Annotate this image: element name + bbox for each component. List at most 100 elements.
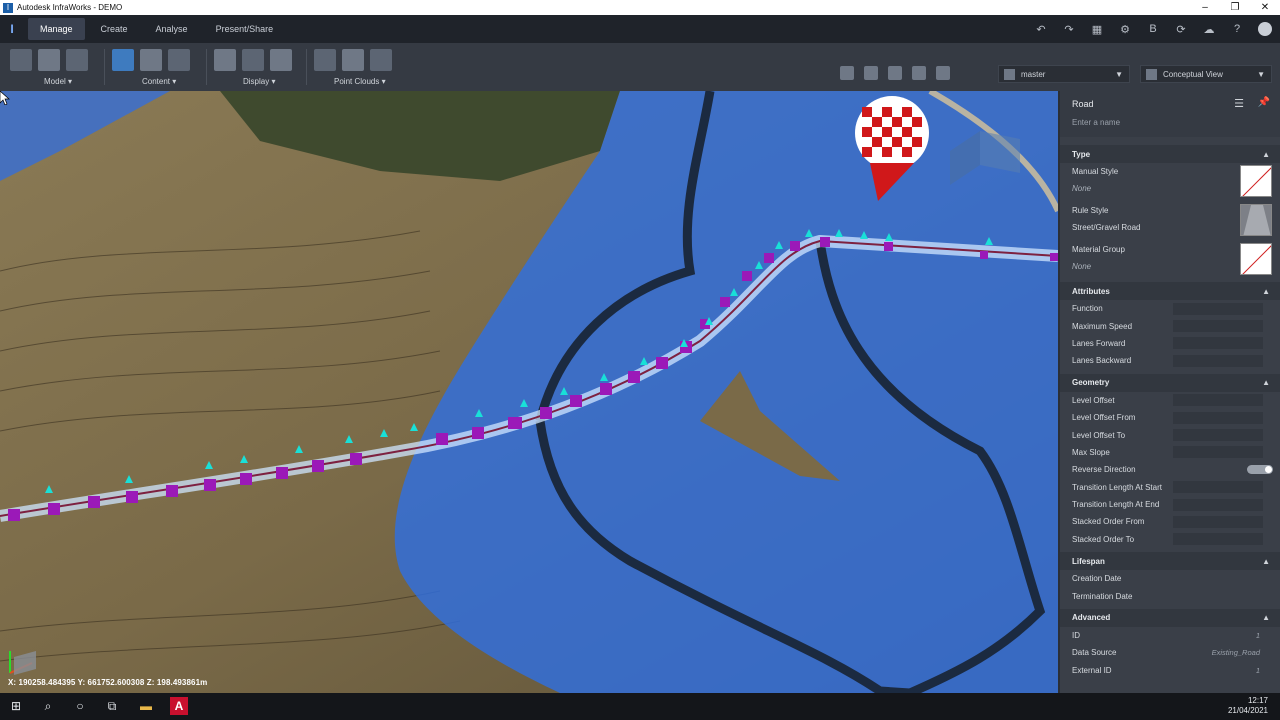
attr-row[interactable]: Lanes Forward xyxy=(1060,335,1280,352)
lifespan-row[interactable]: Termination Date xyxy=(1060,587,1280,604)
geometry-value-field[interactable] xyxy=(1173,411,1263,424)
material-group-item[interactable]: Material Group None xyxy=(1060,241,1280,280)
view-tools xyxy=(840,66,950,80)
point-cloud-terrain-icon[interactable] xyxy=(342,49,364,71)
geometry-value-field[interactable] xyxy=(1173,498,1263,511)
model-explorer-icon[interactable] xyxy=(38,49,60,71)
theme-list-icon[interactable] xyxy=(270,49,292,71)
layers-icon[interactable] xyxy=(214,49,236,71)
section-attributes[interactable]: Attributes ▲ xyxy=(1060,282,1280,300)
geometry-row[interactable]: Stacked Order From xyxy=(1060,513,1280,530)
geometry-value-field[interactable] xyxy=(1173,533,1263,546)
undo-icon[interactable]: ↶ xyxy=(1034,22,1048,36)
settings-gear-icon[interactable]: ⚙ xyxy=(1118,22,1132,36)
geometry-row[interactable]: Level Offset From xyxy=(1060,409,1280,426)
proposal-dropdown[interactable]: master ▼ xyxy=(998,65,1130,83)
minimize-button[interactable]: – xyxy=(1190,2,1220,13)
model-properties-icon[interactable] xyxy=(10,49,32,71)
sync-icon[interactable]: ⟳ xyxy=(1174,22,1188,36)
redo-icon[interactable]: ↷ xyxy=(1062,22,1076,36)
geometry-row[interactable]: Transition Length At Start xyxy=(1060,479,1280,496)
windows-start-icon[interactable]: ⊞ xyxy=(7,697,25,715)
advanced-row: External ID 1 xyxy=(1060,662,1280,679)
advanced-row: Data Source Existing_Road xyxy=(1060,644,1280,661)
3d-viewport[interactable]: X: 190258.484395 Y: 661752.600308 Z: 198… xyxy=(0,91,1058,693)
material-group-swatch[interactable] xyxy=(1240,243,1272,275)
rule-style-item[interactable]: Rule Style Street/Gravel Road xyxy=(1060,202,1280,241)
autodesk-app-icon[interactable]: A xyxy=(170,697,188,715)
attr-value-field[interactable] xyxy=(1173,320,1263,333)
point-cloud-icon[interactable] xyxy=(314,49,336,71)
geometry-value-field[interactable] xyxy=(1173,446,1263,459)
help-icon[interactable]: ? xyxy=(1230,22,1244,36)
lifespan-label: Termination Date xyxy=(1072,591,1133,601)
geometry-row[interactable]: Reverse Direction xyxy=(1060,461,1280,478)
point-cloud-edit-icon[interactable] xyxy=(370,49,392,71)
presentation-icon[interactable] xyxy=(840,66,854,80)
view-mode-dropdown[interactable]: Conceptual View ▼ xyxy=(1140,65,1272,83)
terrain-icon[interactable] xyxy=(242,49,264,71)
attr-row[interactable]: Function xyxy=(1060,300,1280,317)
user-avatar[interactable] xyxy=(1258,22,1272,36)
model-editor-icon[interactable] xyxy=(66,49,88,71)
geometry-row[interactable]: Level Offset To xyxy=(1060,426,1280,443)
point-clouds-group-label[interactable]: Point Clouds ▾ xyxy=(334,77,386,86)
advanced-value: 1 xyxy=(1255,631,1260,641)
reverse-direction-toggle[interactable] xyxy=(1247,465,1273,475)
select-cursor-icon[interactable] xyxy=(864,66,878,80)
attr-value-field[interactable] xyxy=(1173,354,1263,367)
bim360-icon[interactable]: B xyxy=(1146,22,1160,36)
chevron-down-icon: ▼ xyxy=(1115,69,1123,79)
section-label: Attributes xyxy=(1072,286,1110,296)
geometry-value-field[interactable] xyxy=(1173,515,1263,528)
geometry-row[interactable]: Transition Length At End xyxy=(1060,496,1280,513)
attr-row[interactable]: Maximum Speed xyxy=(1060,317,1280,334)
geometry-row[interactable]: Level Offset xyxy=(1060,392,1280,409)
tab-analyse[interactable]: Analyse xyxy=(144,18,200,40)
ribbon-tab-bar: I Manage Create Analyse Present/Share ↶ … xyxy=(0,15,1280,43)
display-group-label[interactable]: Display ▾ xyxy=(243,77,275,86)
clock-time: 12:17 xyxy=(1247,696,1268,705)
geometry-value-field[interactable] xyxy=(1173,429,1263,442)
tab-present-share[interactable]: Present/Share xyxy=(204,18,286,40)
menu-icon[interactable]: ☰ xyxy=(1234,97,1244,110)
manual-style-item[interactable]: Manual Style None xyxy=(1060,163,1280,202)
file-explorer-icon[interactable]: ▬ xyxy=(137,697,155,715)
style-palette-icon[interactable] xyxy=(140,49,162,71)
geometry-value-field[interactable] xyxy=(1173,481,1263,494)
model-group-label[interactable]: Model ▾ xyxy=(44,77,72,86)
attr-value-field[interactable] xyxy=(1173,302,1263,315)
profile-icon[interactable] xyxy=(936,66,950,80)
section-advanced[interactable]: Advanced ▲ xyxy=(1060,608,1280,627)
cross-section-icon[interactable] xyxy=(912,66,926,80)
geometry-row[interactable]: Max Slope xyxy=(1060,444,1280,461)
data-sources-icon[interactable] xyxy=(112,49,134,71)
measure-icon[interactable] xyxy=(888,66,902,80)
geometry-row[interactable]: Stacked Order To xyxy=(1060,531,1280,548)
attr-row[interactable]: Lanes Backward xyxy=(1060,352,1280,369)
cortana-icon[interactable]: ○ xyxy=(71,697,89,715)
name-field[interactable]: Enter a name xyxy=(1072,118,1120,127)
section-lifespan[interactable]: Lifespan ▲ xyxy=(1060,552,1280,571)
grid-icon[interactable]: ▦ xyxy=(1090,22,1104,36)
tab-create[interactable]: Create xyxy=(89,18,140,40)
infraworks-logo-icon[interactable]: I xyxy=(0,15,24,43)
lifespan-row[interactable]: Creation Date xyxy=(1060,570,1280,587)
advanced-value: Existing_Road xyxy=(1211,648,1260,658)
system-clock[interactable]: 12:17 21/04/2021 xyxy=(1228,696,1268,716)
content-group-label[interactable]: Content ▾ xyxy=(142,77,176,86)
rule-style-swatch[interactable] xyxy=(1240,204,1272,236)
pin-icon[interactable]: 📌 xyxy=(1258,97,1270,108)
search-icon[interactable]: ⌕ xyxy=(39,697,57,715)
section-geometry[interactable]: Geometry ▲ xyxy=(1060,373,1280,392)
restore-button[interactable]: ❐ xyxy=(1220,2,1250,13)
cloud-icon[interactable]: ☁ xyxy=(1202,22,1216,36)
tab-manage[interactable]: Manage xyxy=(28,18,85,40)
close-button[interactable]: ✕ xyxy=(1250,2,1280,13)
section-type[interactable]: Type ▲ xyxy=(1060,145,1280,163)
geometry-value-field[interactable] xyxy=(1173,394,1263,407)
model-builder-icon[interactable] xyxy=(168,49,190,71)
task-view-icon[interactable]: ⧉ xyxy=(103,697,121,715)
attr-value-field[interactable] xyxy=(1173,337,1263,350)
manual-style-swatch[interactable] xyxy=(1240,165,1272,197)
